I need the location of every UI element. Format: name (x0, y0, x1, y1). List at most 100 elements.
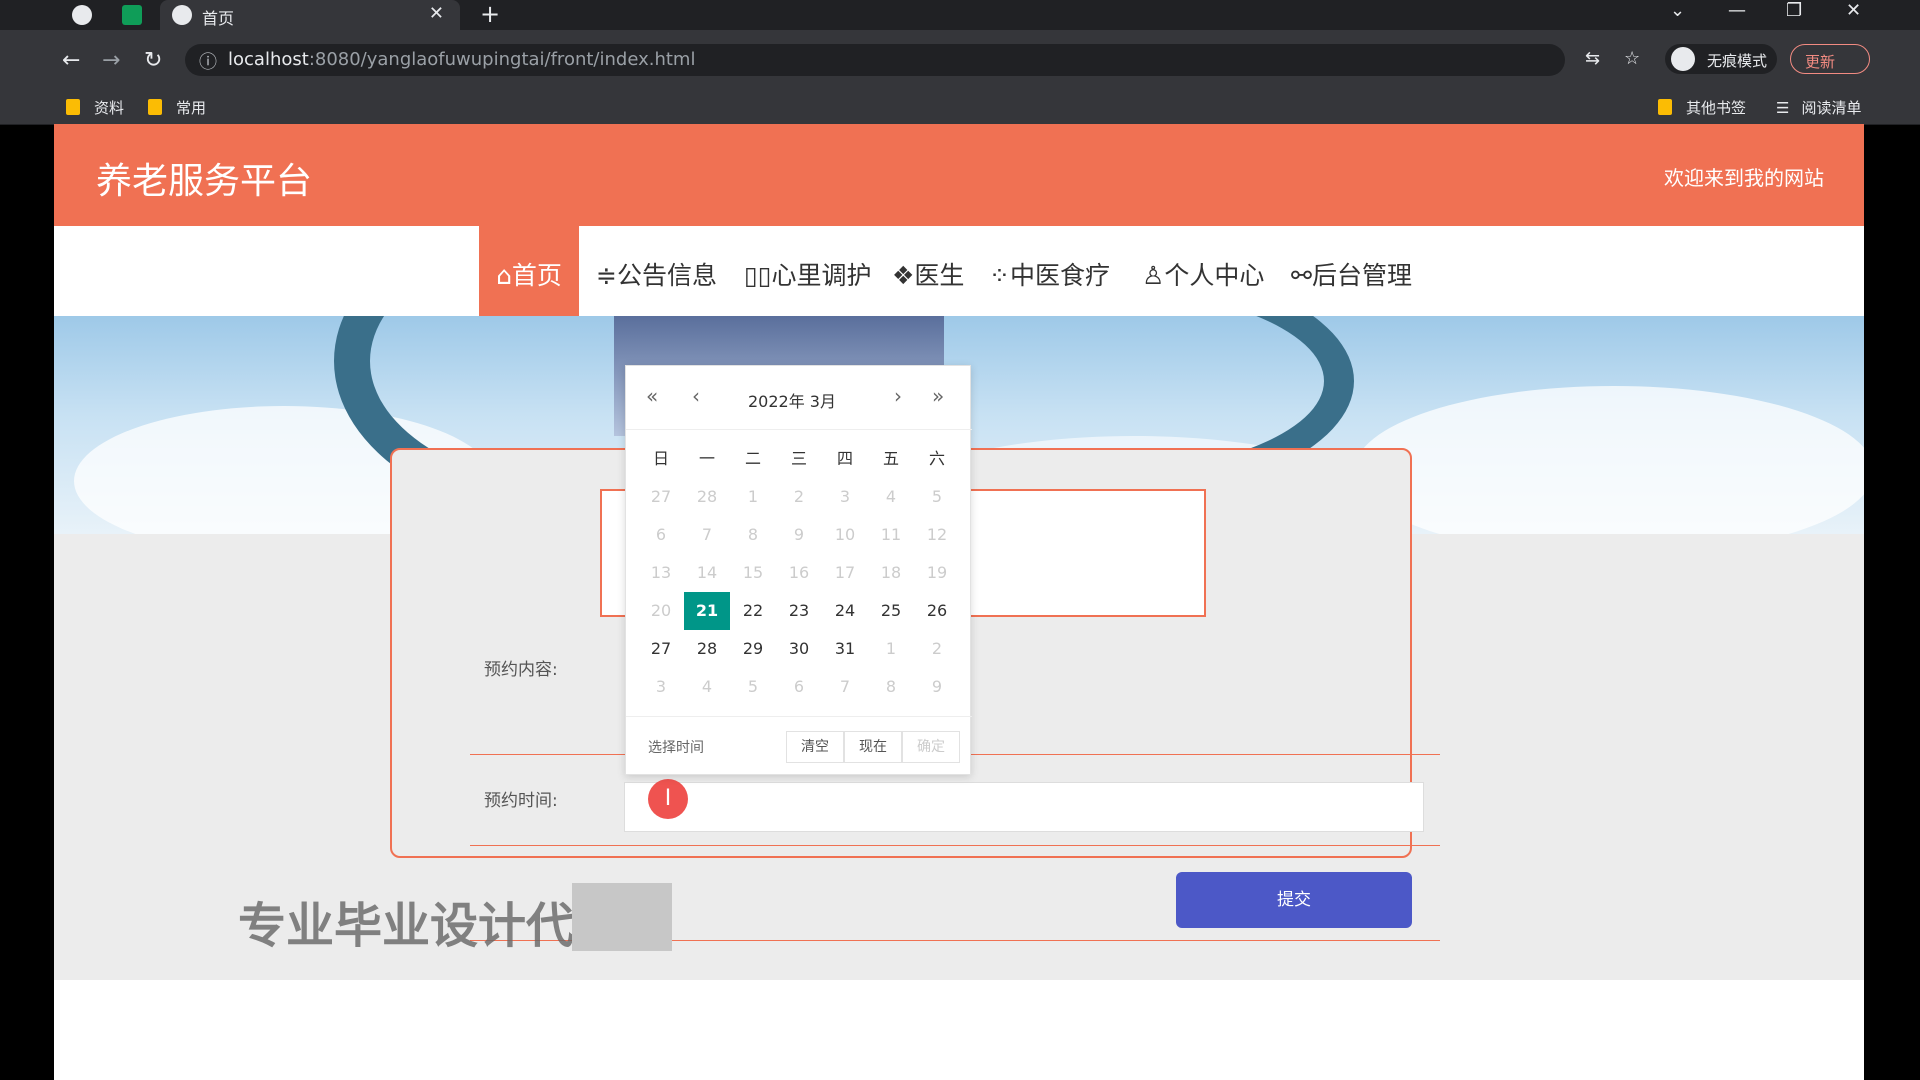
weekday-header: 二 (744, 449, 761, 468)
calendar-day: 20 (650, 601, 672, 620)
tab-home[interactable]: 首页 ✕ (160, 0, 460, 30)
back-icon[interactable]: ← (62, 48, 80, 73)
close-icon[interactable]: ✕ (429, 3, 444, 24)
calendar-day: 5 (747, 677, 759, 696)
site-header: 养老服务平台 欢迎来到我的网站 (54, 124, 1864, 226)
content-label: 预约内容: (484, 660, 558, 680)
time-label: 预约时间: (484, 791, 558, 811)
calendar-day: 15 (742, 563, 764, 582)
tab-title: 首页 (202, 9, 235, 28)
calendar-day: 14 (696, 563, 718, 582)
nav-tcm-diet[interactable]: ⁘中医食疗 (989, 226, 1110, 318)
reload-icon[interactable]: ↻ (144, 48, 162, 73)
nav-doctors[interactable]: ❖医生 (892, 226, 964, 318)
calendar-day[interactable]: 22 (730, 592, 776, 630)
date-picker: « ‹ 2022年 3月 › » 日一二三四五六 27 28 1 2 3 4 5 6 7 8 9 10 1… (625, 365, 972, 775)
star-icon[interactable]: ☆ (1624, 48, 1640, 69)
new-tab-icon[interactable]: + (480, 0, 500, 28)
welcome-text: 欢迎来到我的网站 (1664, 166, 1824, 190)
calendar-day: 12 (926, 525, 948, 544)
minimize-icon[interactable]: — (1728, 0, 1746, 21)
restore-icon[interactable]: ❐ (1786, 0, 1802, 21)
clear-button[interactable]: 清空 (786, 731, 844, 763)
calendar-day: 2 (931, 639, 943, 658)
browser-tab-bar: 首页 ✕ + ⌄ — ❐ ✕ (0, 0, 1920, 30)
sheets-icon[interactable] (122, 5, 142, 25)
calendar-day: 18 (880, 563, 902, 582)
calendar-day: 6 (655, 525, 667, 544)
text-cursor-icon: I (648, 779, 688, 819)
chevron-down-icon[interactable]: ⌄ (1670, 0, 1685, 21)
next-year-icon[interactable]: » (932, 384, 944, 408)
select-time-link[interactable]: 选择时间 (648, 737, 704, 757)
submit-button[interactable]: 提交 (1176, 872, 1412, 928)
calendar-day: 9 (931, 677, 943, 696)
next-month-icon[interactable]: › (894, 384, 902, 408)
bookmark-folder[interactable]: 资料 (66, 97, 124, 118)
confirm-button[interactable]: 确定 (902, 731, 960, 763)
calendar-day[interactable]: 24 (822, 592, 868, 630)
browser-app-icon[interactable] (72, 5, 92, 25)
calendar-day: 16 (788, 563, 810, 582)
weekday-header: 一 (698, 449, 715, 468)
divider (470, 845, 1440, 846)
bookmark-folder[interactable]: 常用 (148, 97, 206, 118)
nav-home[interactable]: ⌂首页 (479, 226, 579, 318)
nav-personal-center[interactable]: ♙个人中心 (1142, 226, 1264, 318)
calendar-day[interactable]: 23 (776, 592, 822, 630)
calendar-day: 7 (839, 677, 851, 696)
calendar-day[interactable]: 28 (684, 630, 730, 668)
prev-month-icon[interactable]: ‹ (692, 384, 700, 408)
main-nav: ⌂首页 ≑公告信息 ▯▯心里调护 ❖医生 ⁘中医食疗 ♙个人中心 ⚯后台管理 (54, 226, 1864, 318)
calendar-day[interactable]: 29 (730, 630, 776, 668)
calendar-day: 10 (834, 525, 856, 544)
calendar-day: 4 (701, 677, 713, 696)
folder-icon (1658, 99, 1672, 115)
weekday-header: 三 (790, 449, 807, 468)
incognito-indicator[interactable]: 无痕模式 (1665, 44, 1777, 74)
calendar-day: 17 (834, 563, 856, 582)
time-input[interactable] (624, 782, 1424, 832)
date-picker-header: « ‹ 2022年 3月 › » (626, 366, 972, 430)
folder-icon (148, 99, 162, 115)
reading-list-icon: ☰ (1776, 99, 1790, 117)
translate-icon[interactable]: ⇆ (1585, 48, 1600, 69)
reading-list[interactable]: ☰ 阅读清单 (1776, 97, 1861, 118)
nav-announcements[interactable]: ≑公告信息 (596, 226, 717, 318)
weekday-header: 四 (836, 449, 853, 468)
calendar-day: 1 (885, 639, 897, 658)
address-bar[interactable]: ⓘ localhost:8080/yanglaofuwupingtai/fron… (185, 44, 1565, 76)
prev-year-icon[interactable]: « (646, 384, 658, 408)
calendar-day[interactable]: 31 (822, 630, 868, 668)
calendar-day[interactable]: 21 (684, 592, 730, 630)
nav-admin[interactable]: ⚯后台管理 (1291, 226, 1412, 318)
calendar-day: 11 (880, 525, 902, 544)
blurred-overlay (572, 883, 672, 951)
calendar-day[interactable]: 25 (868, 592, 914, 630)
calendar-day[interactable]: 27 (638, 630, 684, 668)
calendar-day: 27 (650, 487, 672, 506)
bookmark-folder-other[interactable]: 其他书签 (1658, 97, 1746, 118)
weekday-header: 五 (882, 449, 899, 468)
info-icon[interactable]: ⓘ (199, 48, 217, 74)
calendar-day: 2 (793, 487, 805, 506)
update-button[interactable]: 更新 (1790, 44, 1870, 74)
calendar-day: 8 (747, 525, 759, 544)
url-text: localhost:8080/yanglaofuwupingtai/front/… (228, 49, 696, 70)
forward-icon[interactable]: → (102, 48, 120, 73)
window-close-icon[interactable]: ✕ (1846, 0, 1861, 21)
nav-psych-care[interactable]: ▯▯心里调护 (744, 226, 872, 318)
cloud-decoration (1354, 386, 1864, 534)
calendar-day: 4 (885, 487, 897, 506)
site-brand[interactable]: 养老服务平台 (96, 152, 312, 204)
calendar-day: 9 (793, 525, 805, 544)
calendar-day[interactable]: 30 (776, 630, 822, 668)
now-button[interactable]: 现在 (844, 731, 902, 763)
incognito-icon (1671, 47, 1695, 71)
calendar-day[interactable]: 26 (914, 592, 960, 630)
watermark-text: 专业毕业设计代 (238, 898, 575, 954)
bookmarks-bar: 资料 常用 其他书签 ☰ 阅读清单 (0, 90, 1920, 125)
calendar-day: 6 (793, 677, 805, 696)
year-month-label[interactable]: 2022年 3月 (748, 388, 836, 412)
calendar-day: 7 (701, 525, 713, 544)
